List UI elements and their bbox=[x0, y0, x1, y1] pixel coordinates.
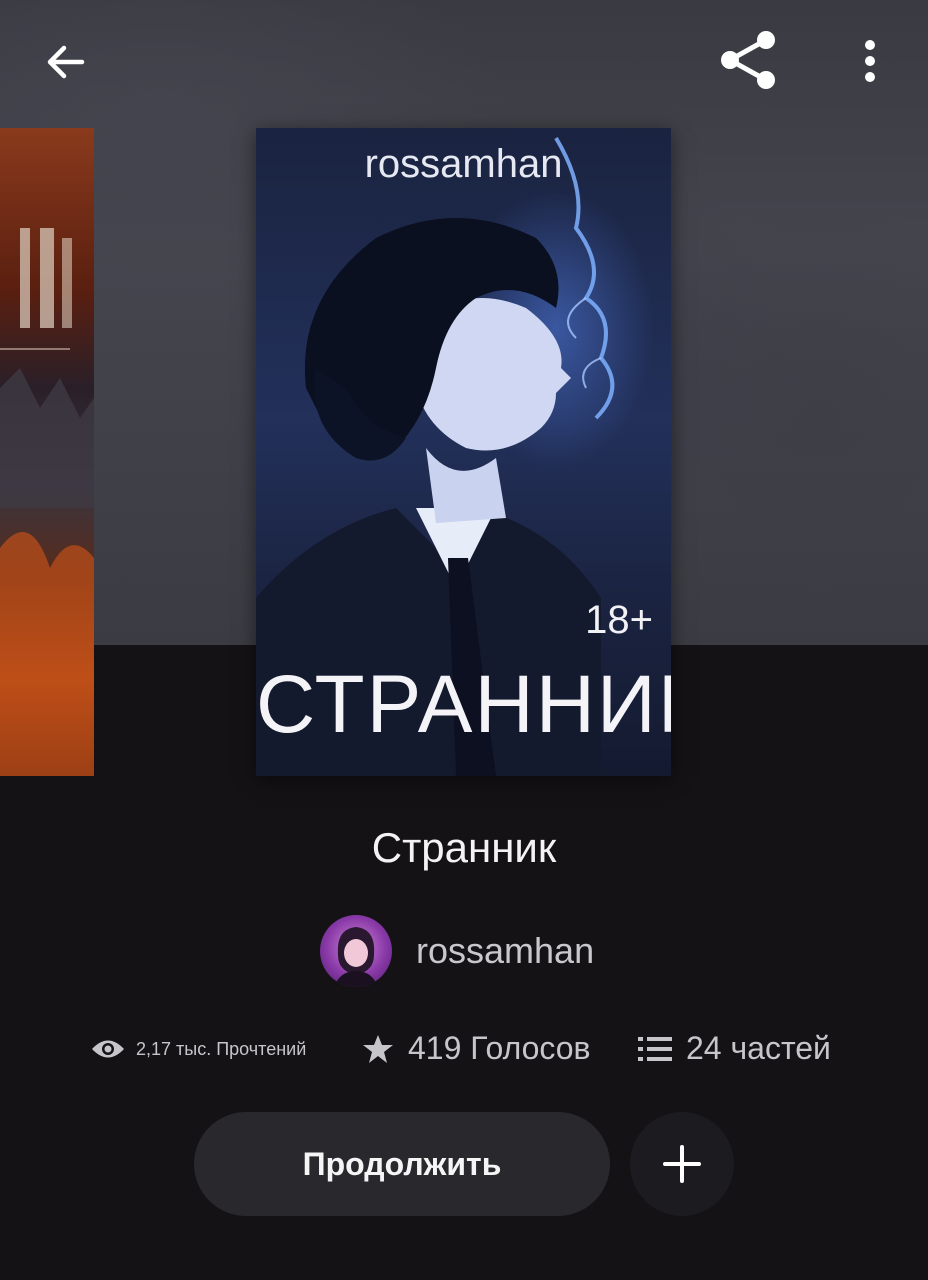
more-options-button[interactable] bbox=[842, 26, 898, 96]
story-title: Странник bbox=[371, 824, 557, 871]
avatar[interactable] bbox=[320, 915, 392, 987]
votes-stat: 419 Голосов bbox=[362, 1030, 591, 1067]
story-cover[interactable]: rossamhan 18+ СТРАННИК bbox=[256, 128, 671, 776]
eye-icon bbox=[92, 1040, 124, 1058]
author-link[interactable]: rossamhan bbox=[320, 915, 594, 987]
share-icon bbox=[721, 31, 775, 89]
story-stats: 2,17 тыс. Прочтений 419 Голосов 24 часте… bbox=[0, 1030, 928, 1080]
author-name: rossamhan bbox=[416, 930, 595, 971]
arrow-left-icon bbox=[47, 45, 85, 79]
cover-art bbox=[0, 228, 94, 776]
cover-author-text: rossamhan bbox=[364, 142, 563, 186]
parts-count: 24 частей bbox=[686, 1030, 831, 1066]
share-button[interactable] bbox=[708, 24, 788, 96]
more-vertical-icon bbox=[865, 40, 875, 82]
back-button[interactable] bbox=[30, 30, 102, 94]
plus-icon bbox=[663, 1145, 701, 1183]
votes-count: 419 Голосов bbox=[408, 1030, 591, 1066]
continue-reading-button[interactable]: Продолжить bbox=[194, 1112, 610, 1216]
list-icon bbox=[638, 1036, 672, 1061]
star-icon bbox=[363, 1034, 393, 1063]
add-to-library-button[interactable] bbox=[630, 1112, 734, 1216]
parts-stat[interactable]: 24 частей bbox=[638, 1030, 831, 1067]
reads-stat: 2,17 тыс. Прочтений bbox=[90, 1036, 306, 1062]
reads-count: 2,17 тыс. Прочтений bbox=[136, 1038, 307, 1059]
avatar-image bbox=[334, 927, 378, 987]
previous-story-cover[interactable] bbox=[0, 128, 94, 776]
cover-age-rating: 18+ bbox=[585, 598, 653, 642]
cover-title-text: СТРАННИК bbox=[256, 659, 671, 750]
